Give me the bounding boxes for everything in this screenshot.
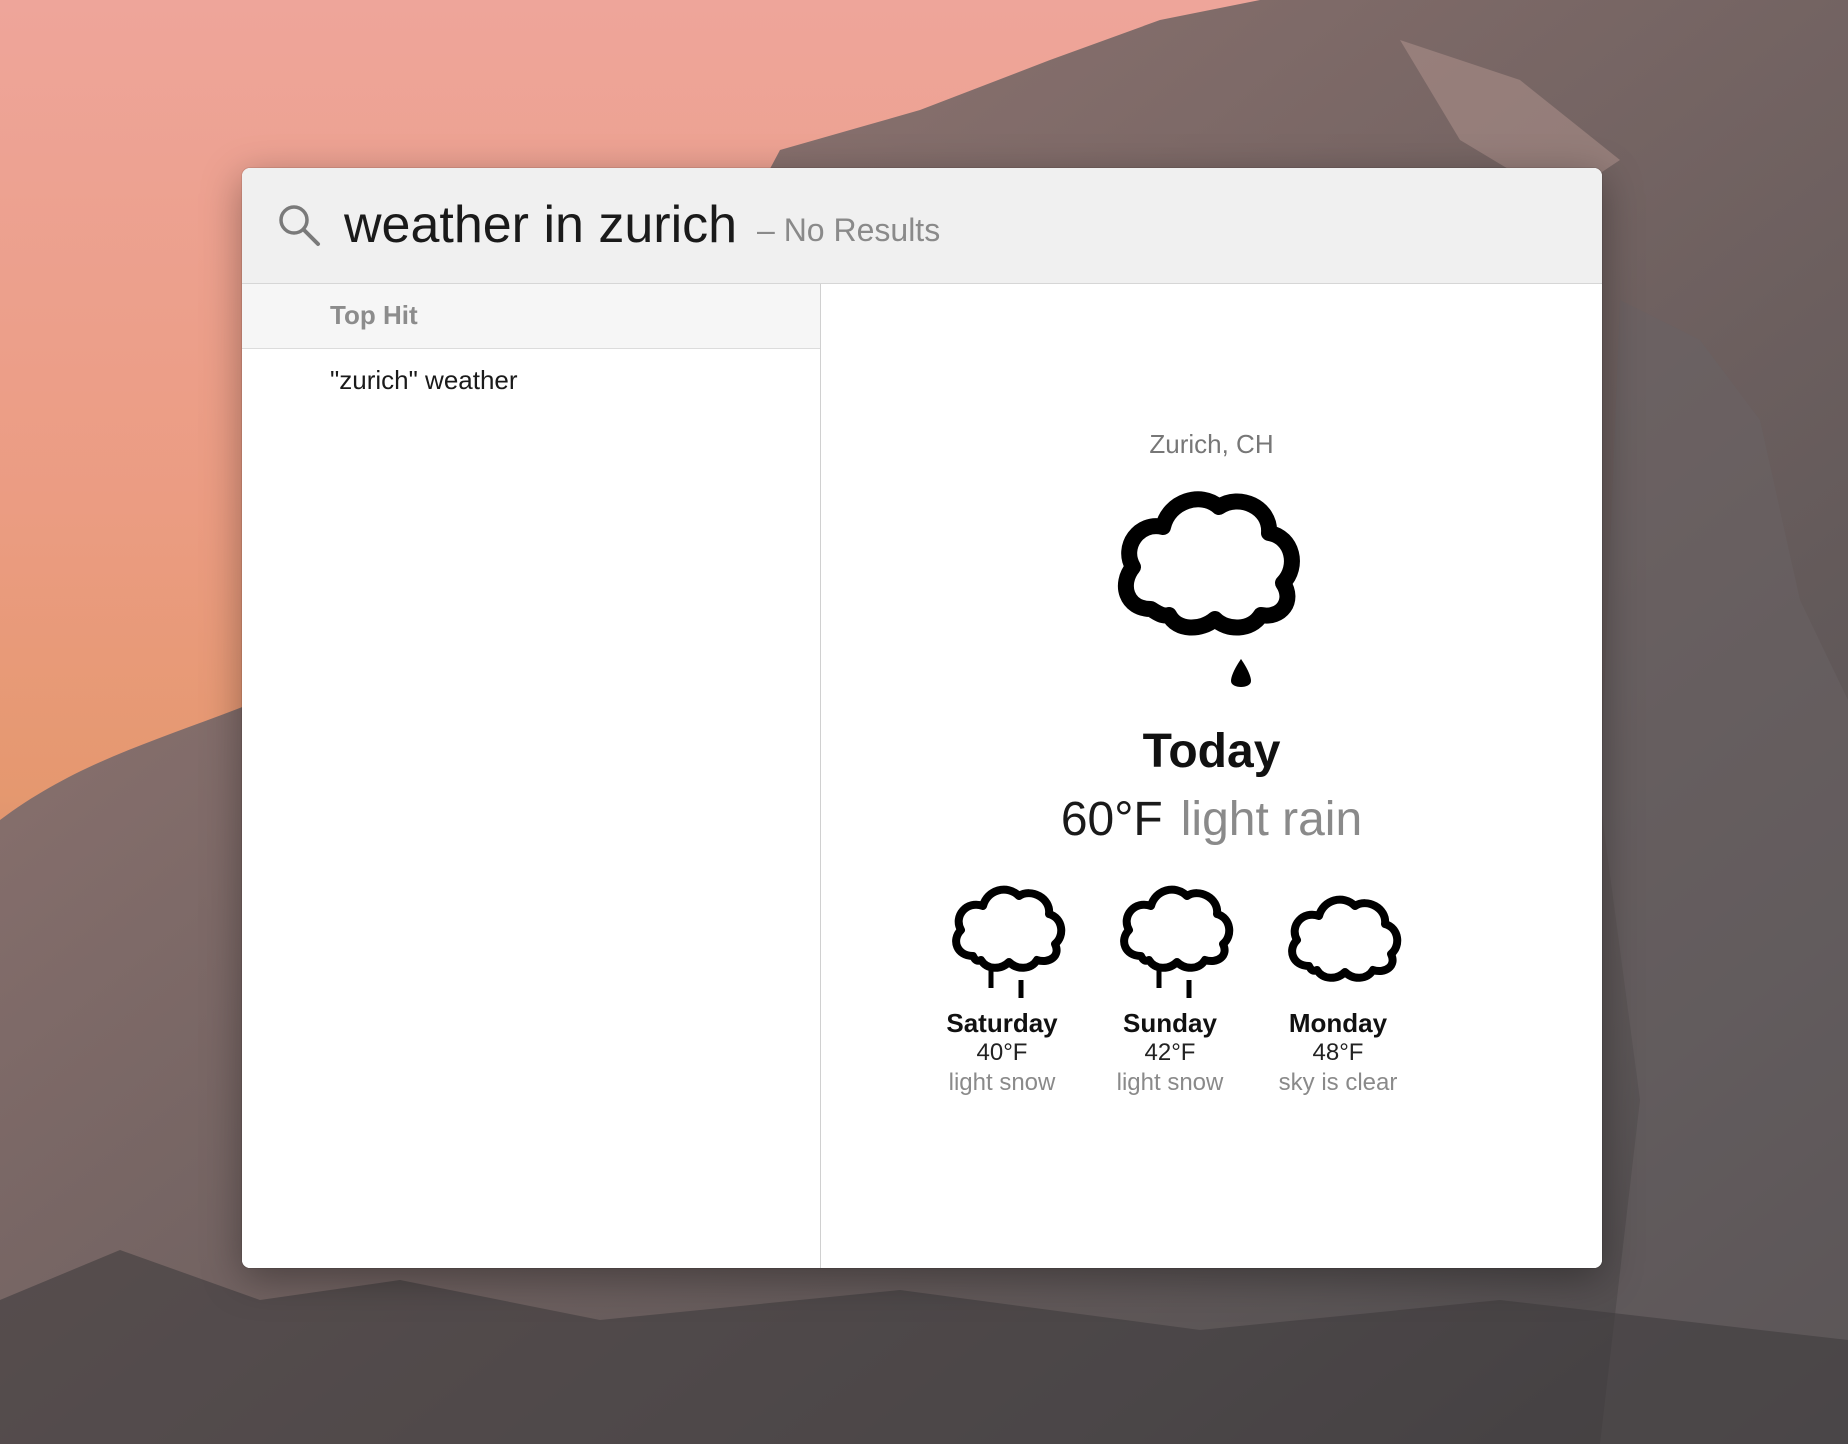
cloud-rain-icon (1117, 491, 1300, 687)
cloud-snow-icon (952, 885, 1066, 998)
forecast-temp: 40°F (976, 1039, 1028, 1066)
forecast-day-saturday: Saturday 40°F light snow (927, 874, 1077, 1098)
cloud-snow-icon (1120, 885, 1234, 998)
result-item-label: "zurich" weather (330, 365, 518, 395)
forecast-day-label: Saturday (946, 1008, 1058, 1038)
spotlight-window: weather in zurich – No Results Top Hit "… (242, 168, 1602, 1268)
forecast-day-label: Monday (1288, 1008, 1388, 1038)
forecast-condition: light snow (1116, 1069, 1224, 1096)
today-temp: 60°F (1060, 793, 1163, 846)
section-header-label: Top Hit (330, 300, 418, 330)
today-summary: 60°F light rain (821, 792, 1602, 847)
weather-preview: Zurich, CH Today 60°F light rain Saturday… (821, 284, 1602, 1268)
search-bar: weather in zurich – No Results (242, 168, 1602, 284)
forecast-day-sunday: Sunday 42°F light snow (1095, 874, 1245, 1098)
forecast-temp: 48°F (1312, 1039, 1364, 1066)
today-label: Today (1142, 725, 1281, 778)
cloud-icon (1288, 895, 1402, 982)
results-list: Top Hit "zurich" weather (242, 284, 821, 1268)
search-status: – No Results (757, 212, 941, 248)
forecast-condition: sky is clear (1278, 1069, 1398, 1096)
weather-location: Zurich, CH (1149, 429, 1274, 459)
forecast-temp: 42°F (1144, 1039, 1196, 1066)
forecast-day-monday: Monday 48°F sky is clear (1263, 874, 1413, 1098)
search-input[interactable]: weather in zurich (344, 190, 737, 260)
section-header-top-hit: Top Hit (242, 284, 820, 349)
forecast-condition: light snow (948, 1069, 1056, 1096)
today-condition: light rain (1180, 793, 1363, 846)
result-item[interactable]: "zurich" weather (242, 349, 820, 415)
forecast-day-label: Sunday (1123, 1008, 1217, 1038)
search-icon (279, 205, 320, 246)
